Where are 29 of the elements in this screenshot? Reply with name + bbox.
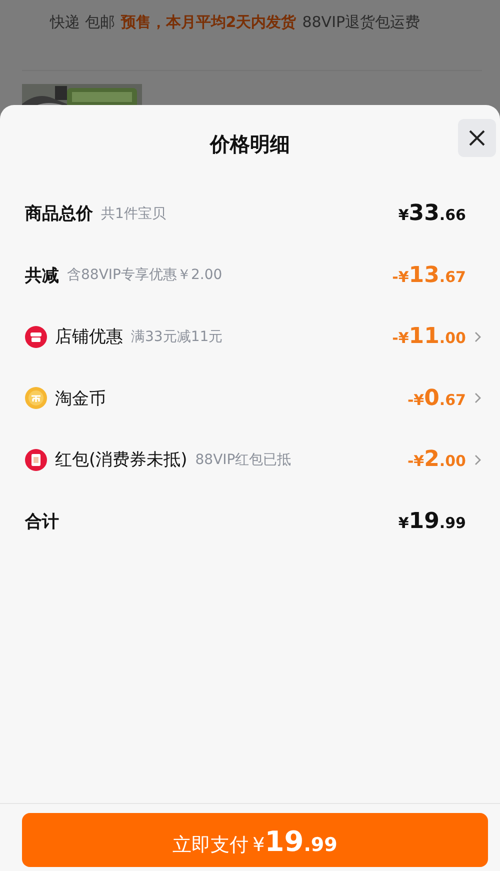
amount: -¥2.00 bbox=[407, 447, 466, 472]
pay-button[interactable]: 立即支付 ¥19.99 bbox=[22, 813, 488, 867]
shipping-tag: 快递 包邮 bbox=[50, 13, 115, 31]
chevron-right-icon[interactable] bbox=[474, 454, 482, 466]
envelope-icon bbox=[25, 448, 47, 471]
row-label: 合计 bbox=[25, 510, 59, 533]
row-label: 商品总价 bbox=[25, 203, 93, 226]
row-label: 共减 bbox=[25, 264, 59, 287]
row-note: 88VIP红包已抵 bbox=[195, 450, 292, 469]
close-icon bbox=[468, 129, 486, 147]
row-label: 店铺优惠 bbox=[55, 326, 123, 348]
store-icon bbox=[25, 326, 47, 348]
row-label: 红包(消费券未抵) bbox=[55, 449, 188, 472]
chevron-right-icon[interactable] bbox=[474, 330, 482, 343]
close-button[interactable] bbox=[458, 119, 496, 157]
shipping-tag: 预售，本月平均2天内发货 bbox=[120, 13, 296, 31]
coin-icon bbox=[25, 387, 47, 410]
row-note: 含88VIP专享优惠￥2.00 bbox=[67, 266, 222, 284]
row-note: 共1件宝贝 bbox=[101, 204, 166, 223]
amount: -¥13.67 bbox=[392, 262, 466, 288]
row-label: 淘金币 bbox=[55, 388, 106, 410]
shipping-tag: 88VIP退货包运费 bbox=[302, 13, 420, 31]
amount: ¥19.99 bbox=[398, 508, 466, 534]
amount: -¥0.67 bbox=[407, 386, 466, 411]
amount: -¥11.00 bbox=[392, 324, 466, 350]
chevron-right-icon[interactable] bbox=[474, 392, 482, 404]
row-note: 满33元减11元 bbox=[131, 328, 223, 346]
sheet-title: 价格明细 bbox=[210, 130, 290, 158]
amount: ¥33.66 bbox=[398, 201, 466, 226]
